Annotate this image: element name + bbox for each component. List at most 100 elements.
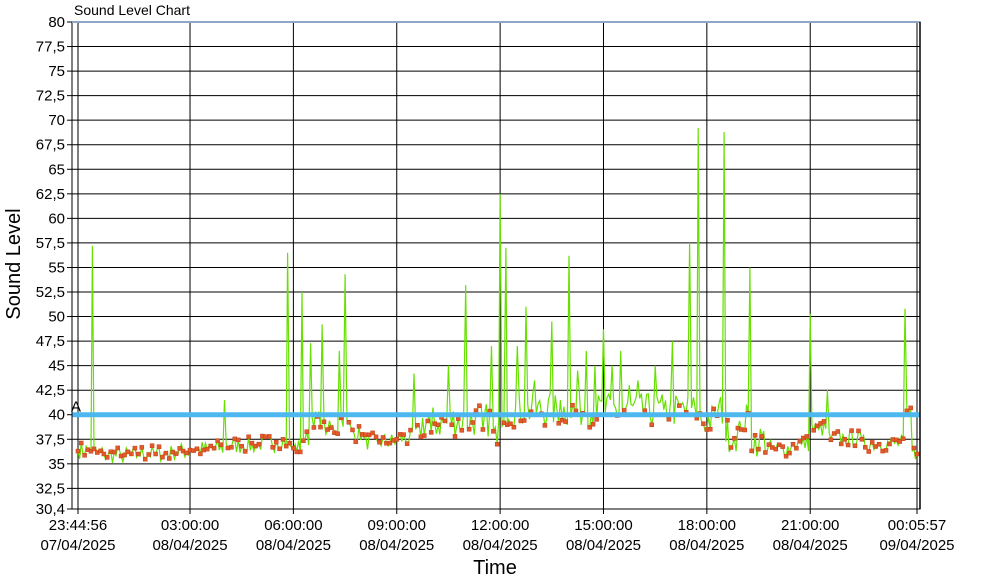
data-point [828,437,834,443]
x-tick-date: 08/04/2025 [773,537,848,554]
y-tick-label: 62,5 [36,186,65,203]
data-point [869,440,875,445]
data-point [301,438,306,443]
data-point [491,429,496,434]
data-point [75,448,81,454]
data-point [321,419,327,425]
y-tick-label: 80 [48,14,65,31]
data-point [866,449,872,454]
data-point [356,424,362,429]
data-point [594,417,599,422]
data-point [590,422,596,427]
y-axis-title: Sound Level [3,208,25,319]
data-point [215,438,220,443]
data-point [318,424,323,430]
data-point [728,445,734,450]
y-tick-label: 47,5 [36,333,65,350]
data-point [136,451,141,457]
x-tick-time: 12:00:00 [471,517,529,534]
data-point [146,452,151,457]
y-tick-label: 57,5 [36,235,65,252]
data-point [563,419,568,424]
data-point [373,434,379,440]
x-tick-time: 21:00:00 [781,517,839,534]
data-point [328,425,334,430]
data-point [280,437,286,442]
data-point [749,448,754,454]
x-tick-date: 09/04/2025 [879,537,954,554]
data-point [377,439,382,445]
x-tick-date: 08/04/2025 [359,537,434,554]
data-point [273,439,279,445]
data-point [156,444,162,449]
data-point [422,433,427,438]
data-point [115,445,120,451]
data-point [542,423,548,428]
data-point [142,456,148,462]
x-tick-time: 15:00:00 [574,517,632,534]
data-point [849,428,854,433]
data-point [835,429,841,434]
data-point [466,426,472,432]
data-point [742,427,748,433]
data-point [256,441,262,447]
data-point [350,427,355,433]
data-point [408,427,413,433]
data-point [139,445,145,450]
data-point [291,445,296,451]
data-point [304,429,310,434]
data-point [811,428,816,433]
data-point [277,446,282,452]
data-point [876,441,882,447]
data-point [167,456,172,461]
y-tick-label: 65 [48,161,65,178]
data-point [480,427,486,432]
data-point [701,421,706,426]
data-point [404,441,410,446]
data-point [725,417,730,423]
data-point [79,440,84,446]
x-tick-time: 00:05:57 [888,517,946,534]
data-point [442,418,448,424]
y-tick-label: 70 [48,112,65,129]
y-tick-label: 72,5 [36,88,65,105]
data-point [211,445,217,451]
data-point [246,434,251,440]
data-point [887,441,892,447]
data-point [229,445,234,450]
data-point [415,422,420,428]
data-point [852,443,858,449]
data-point [763,450,768,455]
x-tick-date: 08/04/2025 [669,537,744,554]
data-point [428,430,434,435]
data-point [677,403,682,408]
x-tick-date: 08/04/2025 [256,537,331,554]
data-point [773,446,779,452]
y-tick-label: 42,5 [36,382,65,399]
data-point [842,437,847,442]
x-tick-time: 06:00:00 [264,517,322,534]
data-point [621,408,627,413]
data-point [494,441,500,447]
data-point [346,420,352,425]
data-point [267,434,272,439]
data-point [353,439,358,444]
x-tick-date: 07/04/2025 [40,537,115,554]
data-point [380,435,386,440]
y-tick-label: 75 [48,63,65,80]
data-point [780,444,785,449]
y-tick-label: 55 [48,259,65,276]
data-point [759,434,765,439]
data-point [153,451,158,457]
data-point [470,420,475,425]
data-point [666,417,672,422]
x-tick-time: 09:00:00 [368,517,426,534]
sound-level-chart: A 30,4 32,5 35 37,5 40 42,5 45 47,5 50 52,5 55 57,5… [3,2,955,579]
data-point [163,450,169,456]
data-point [521,418,527,423]
data-point [425,418,431,424]
threshold-label: A [71,399,81,416]
y-tick-label: 45 [48,358,65,375]
y-tick-label: 52,5 [36,284,65,301]
data-point [473,408,479,413]
